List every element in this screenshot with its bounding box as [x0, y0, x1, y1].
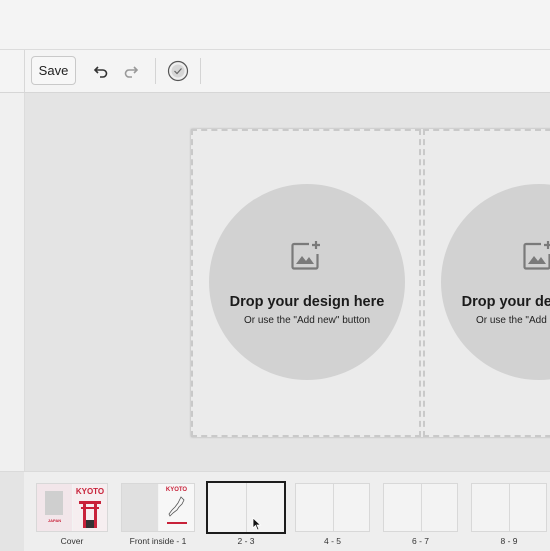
thumb-label: 4 - 5 — [323, 536, 341, 546]
cover-back-art: JAPAN — [37, 484, 72, 531]
cover-art-subtitle: JAPAN — [47, 518, 62, 523]
page-filmstrip: JAPAN KYOTO Cover KYOTO Front inside - 1 — [0, 471, 550, 551]
drop-subtitle: Or use the "Add new" button — [243, 315, 371, 326]
page-right[interactable]: Drop your design here Or use the "Add ne… — [423, 129, 550, 437]
front-inside-art: KYOTO — [159, 484, 194, 531]
thumb-label: Cover — [60, 536, 84, 546]
check-circle-icon[interactable] — [167, 60, 189, 82]
page-spread: Drop your design here Or use the "Add ne… — [191, 129, 550, 437]
thumb-label: 2 - 3 — [237, 536, 255, 546]
thumb-pages-8-9[interactable] — [471, 483, 547, 532]
add-image-icon — [521, 239, 550, 273]
drop-zone[interactable]: Drop your design here Or use the "Add ne… — [441, 184, 550, 380]
drop-title: Drop your design here — [229, 294, 385, 310]
thumb-pages-6-7[interactable] — [383, 483, 458, 532]
add-image-icon — [289, 239, 323, 273]
drop-title: Drop your design here — [461, 294, 550, 310]
cover-front-art: KYOTO — [73, 484, 107, 531]
filmstrip-left-gutter — [0, 472, 24, 551]
save-button[interactable]: Save — [31, 56, 76, 85]
toolbar-divider — [24, 50, 25, 92]
cover-art-title: KYOTO — [75, 487, 105, 496]
undo-icon[interactable] — [91, 61, 111, 81]
thumb-label: Front inside - 1 — [129, 536, 187, 546]
drop-subtitle: Or use the "Add new" button — [475, 315, 550, 326]
thumb-pages-2-3[interactable] — [206, 481, 286, 534]
toolbar: Save — [0, 50, 550, 93]
thumb-pages-4-5[interactable] — [295, 483, 370, 532]
front-inside-blank — [122, 484, 158, 531]
mouse-cursor-icon — [252, 517, 262, 531]
design-canvas: Drop your design here Or use the "Add ne… — [25, 93, 550, 471]
front-inside-art-title: KYOTO — [165, 487, 188, 493]
thumb-cover[interactable]: JAPAN KYOTO — [36, 483, 108, 532]
toolbar-separator — [155, 58, 156, 84]
thumb-label: 8 - 9 — [500, 536, 518, 546]
page-left[interactable]: Drop your design here Or use the "Add ne… — [191, 129, 421, 437]
toolbar-separator — [200, 58, 201, 84]
drop-zone[interactable]: Drop your design here Or use the "Add ne… — [209, 184, 405, 380]
thumb-front-inside[interactable]: KYOTO — [121, 483, 195, 532]
torii-gate-icon — [79, 501, 101, 528]
left-panel — [0, 93, 25, 471]
top-bar — [0, 0, 550, 50]
japan-map-icon — [168, 496, 185, 517]
thumb-label: 6 - 7 — [411, 536, 429, 546]
redo-icon[interactable] — [121, 61, 141, 81]
